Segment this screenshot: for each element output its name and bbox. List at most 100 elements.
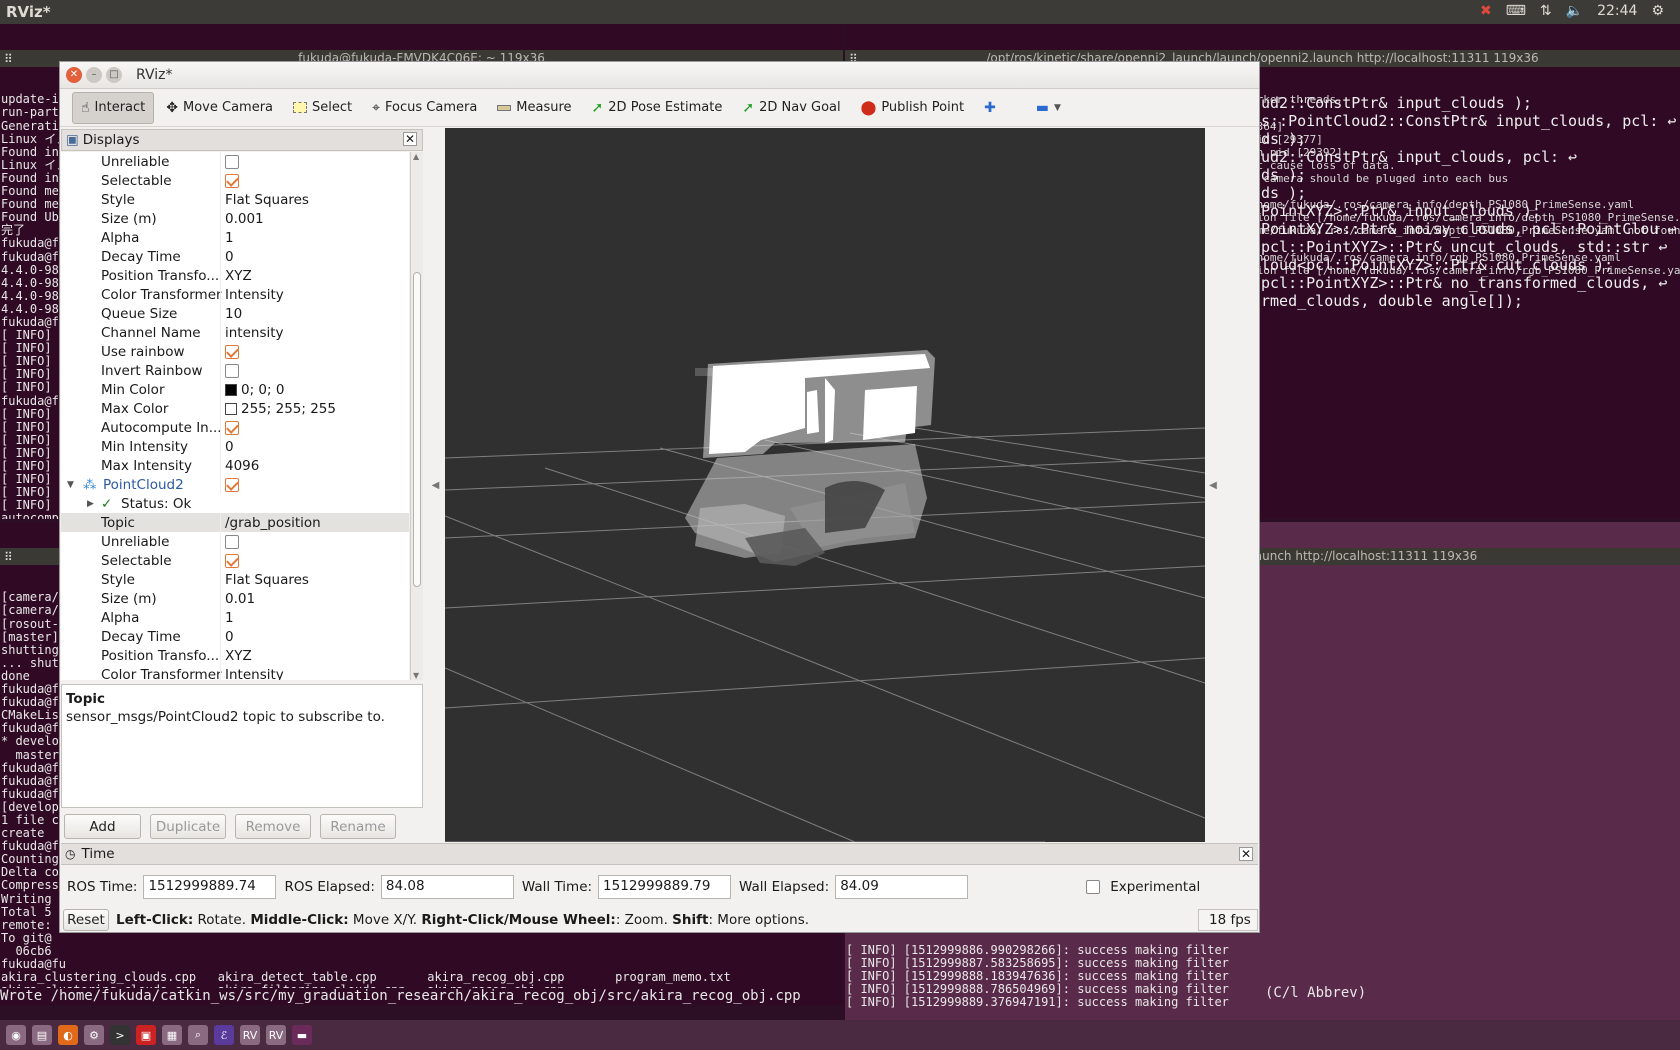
move-camera-tool[interactable]: ✥ Move Camera bbox=[158, 92, 281, 124]
add-tool-button[interactable]: ✚ bbox=[976, 92, 1004, 124]
property-row[interactable]: Unreliable bbox=[61, 532, 409, 551]
property-value[interactable] bbox=[225, 534, 243, 549]
property-row[interactable]: Size (m) 0.01 bbox=[61, 589, 409, 608]
property-value[interactable]: 10 bbox=[225, 306, 242, 322]
search-icon[interactable]: ⌕ bbox=[188, 1025, 208, 1045]
focus-camera-tool[interactable]: ⌖ Focus Camera bbox=[364, 92, 485, 124]
property-value[interactable]: XYZ bbox=[225, 268, 252, 284]
property-row[interactable]: Decay Time 0 bbox=[61, 627, 409, 646]
property-row[interactable]: Channel Name intensity bbox=[61, 323, 409, 342]
property-row[interactable]: Style Flat Squares bbox=[61, 190, 409, 209]
property-value[interactable]: 0 bbox=[225, 629, 234, 645]
property-value[interactable] bbox=[225, 344, 243, 359]
property-checkbox[interactable] bbox=[225, 534, 239, 549]
property-row[interactable]: Selectable bbox=[61, 551, 409, 570]
property-checkbox[interactable] bbox=[225, 154, 239, 169]
volume-icon[interactable]: 🔈 bbox=[1566, 3, 1583, 19]
property-checkbox[interactable] bbox=[225, 344, 239, 359]
close-icon[interactable]: ✕ bbox=[403, 132, 417, 146]
remove-tool-button[interactable]: ▬ ▼ bbox=[1028, 92, 1069, 124]
files-icon[interactable]: ▤ bbox=[32, 1025, 52, 1045]
rviz-icon[interactable]: RV bbox=[266, 1025, 286, 1045]
property-row[interactable]: Color Transformer Intensity bbox=[61, 665, 409, 680]
2d-nav-goal-tool[interactable]: ➚ 2D Nav Goal bbox=[734, 92, 848, 124]
ros-elapsed-field[interactable]: 84.08 bbox=[380, 875, 514, 899]
property-value[interactable]: 4096 bbox=[225, 458, 259, 474]
property-row[interactable]: Selectable bbox=[61, 171, 409, 190]
property-value[interactable]: /grab_position bbox=[225, 515, 321, 531]
property-value[interactable]: intensity bbox=[225, 325, 284, 341]
displays-tree[interactable]: Unreliable Selectable Style Flat Squares Siz… bbox=[61, 152, 409, 680]
property-checkbox[interactable] bbox=[225, 553, 239, 568]
property-row[interactable]: Min Intensity 0 bbox=[61, 437, 409, 456]
property-value[interactable]: 0 bbox=[225, 249, 234, 265]
color-swatch[interactable] bbox=[225, 383, 237, 396]
remove-button[interactable]: Remove bbox=[235, 814, 311, 839]
scroll-up-icon[interactable]: ▲ bbox=[413, 152, 419, 161]
close-icon[interactable]: ✕ bbox=[66, 67, 82, 83]
interact-tool[interactable]: ☝ Interact bbox=[72, 91, 155, 124]
property-row[interactable]: Topic/grab_position bbox=[61, 513, 409, 532]
minimize-icon[interactable]: – bbox=[86, 67, 102, 83]
property-value[interactable]: Intensity bbox=[225, 667, 284, 681]
collapse-right-icon[interactable]: ◀ bbox=[1206, 128, 1220, 842]
experimental-checkbox[interactable] bbox=[1086, 880, 1101, 894]
property-value[interactable] bbox=[225, 173, 243, 188]
maximize-icon[interactable]: □ bbox=[106, 67, 122, 83]
property-value[interactable] bbox=[225, 363, 243, 378]
property-value[interactable]: Flat Squares bbox=[225, 192, 309, 208]
property-checkbox[interactable] bbox=[225, 420, 239, 435]
wall-elapsed-field[interactable]: 84.09 bbox=[835, 875, 969, 899]
enabled-checkbox[interactable] bbox=[225, 477, 239, 492]
property-row[interactable]: Max Intensity 4096 bbox=[61, 456, 409, 475]
2d-pose-estimate-tool[interactable]: ➚ 2D Pose Estimate bbox=[584, 92, 731, 124]
expand-icon[interactable]: ▼ bbox=[67, 480, 74, 490]
publish-point-tool[interactable]: ⬤ Publish Point bbox=[853, 92, 972, 124]
display-pointcloud2[interactable]: ▼ ⁂ PointCloud2 bbox=[61, 475, 409, 494]
measure-tool[interactable]: Measure bbox=[489, 92, 579, 124]
property-row[interactable]: Invert Rainbow bbox=[61, 361, 409, 380]
color-swatch[interactable] bbox=[225, 402, 237, 415]
property-value[interactable] bbox=[225, 553, 243, 568]
property-value[interactable]: 1 bbox=[225, 230, 234, 246]
property-value[interactable]: Flat Squares bbox=[225, 572, 309, 588]
property-row[interactable]: Alpha 1 bbox=[61, 228, 409, 247]
emacs-icon[interactable]: ℰ bbox=[214, 1025, 234, 1045]
property-row[interactable]: Min Color 0; 0; 0 bbox=[61, 380, 409, 399]
property-value[interactable]: 0 bbox=[225, 439, 234, 455]
ros-time-field[interactable]: 1512999889.74 bbox=[143, 875, 277, 899]
property-checkbox[interactable] bbox=[225, 173, 239, 188]
select-tool[interactable]: Select bbox=[285, 92, 360, 124]
wall-time-field[interactable]: 1512999889.79 bbox=[598, 875, 732, 899]
settings-icon[interactable]: ⚙ bbox=[84, 1025, 104, 1045]
reset-button[interactable]: Reset bbox=[63, 909, 109, 931]
property-row[interactable]: Color Transformer Intensity bbox=[61, 285, 409, 304]
network-icon[interactable]: ✖ bbox=[1480, 3, 1492, 19]
rviz-titlebar[interactable]: ✕ – □ RViz* bbox=[60, 62, 1259, 89]
property-row[interactable]: Alpha 1 bbox=[61, 608, 409, 627]
firefox-icon[interactable]: ◐ bbox=[58, 1025, 78, 1045]
add-button[interactable]: Add bbox=[64, 814, 141, 839]
app-icon[interactable]: ▦ bbox=[162, 1025, 182, 1045]
dash-icon[interactable]: ◉ bbox=[6, 1025, 26, 1045]
scroll-down-icon[interactable]: ▼ bbox=[413, 671, 419, 680]
property-row[interactable]: Size (m) 0.001 bbox=[61, 209, 409, 228]
property-value[interactable] bbox=[225, 154, 243, 169]
status-row[interactable]: ▶ ✓ Status: Ok bbox=[61, 494, 409, 513]
property-row[interactable]: Autocompute In... bbox=[61, 418, 409, 437]
transfer-icon[interactable]: ⇅ bbox=[1540, 3, 1552, 19]
property-row[interactable]: Unreliable bbox=[61, 152, 409, 171]
rviz-icon[interactable]: RV bbox=[240, 1025, 260, 1045]
property-value[interactable]: Intensity bbox=[225, 287, 284, 303]
property-value[interactable]: 255; 255; 255 bbox=[225, 401, 336, 417]
displays-scrollbar[interactable]: ▲ ▼ bbox=[410, 152, 423, 680]
close-icon[interactable]: ✕ bbox=[1239, 847, 1253, 861]
3d-viewport[interactable] bbox=[445, 128, 1205, 842]
property-value[interactable]: 1 bbox=[225, 610, 234, 626]
property-row[interactable]: Max Color 255; 255; 255 bbox=[61, 399, 409, 418]
property-checkbox[interactable] bbox=[225, 363, 239, 378]
keyboard-icon[interactable]: ⌨ bbox=[1506, 3, 1526, 19]
render-canvas[interactable] bbox=[445, 128, 1205, 842]
property-value[interactable]: 0.001 bbox=[225, 211, 264, 227]
expand-icon[interactable]: ▶ bbox=[87, 499, 94, 509]
